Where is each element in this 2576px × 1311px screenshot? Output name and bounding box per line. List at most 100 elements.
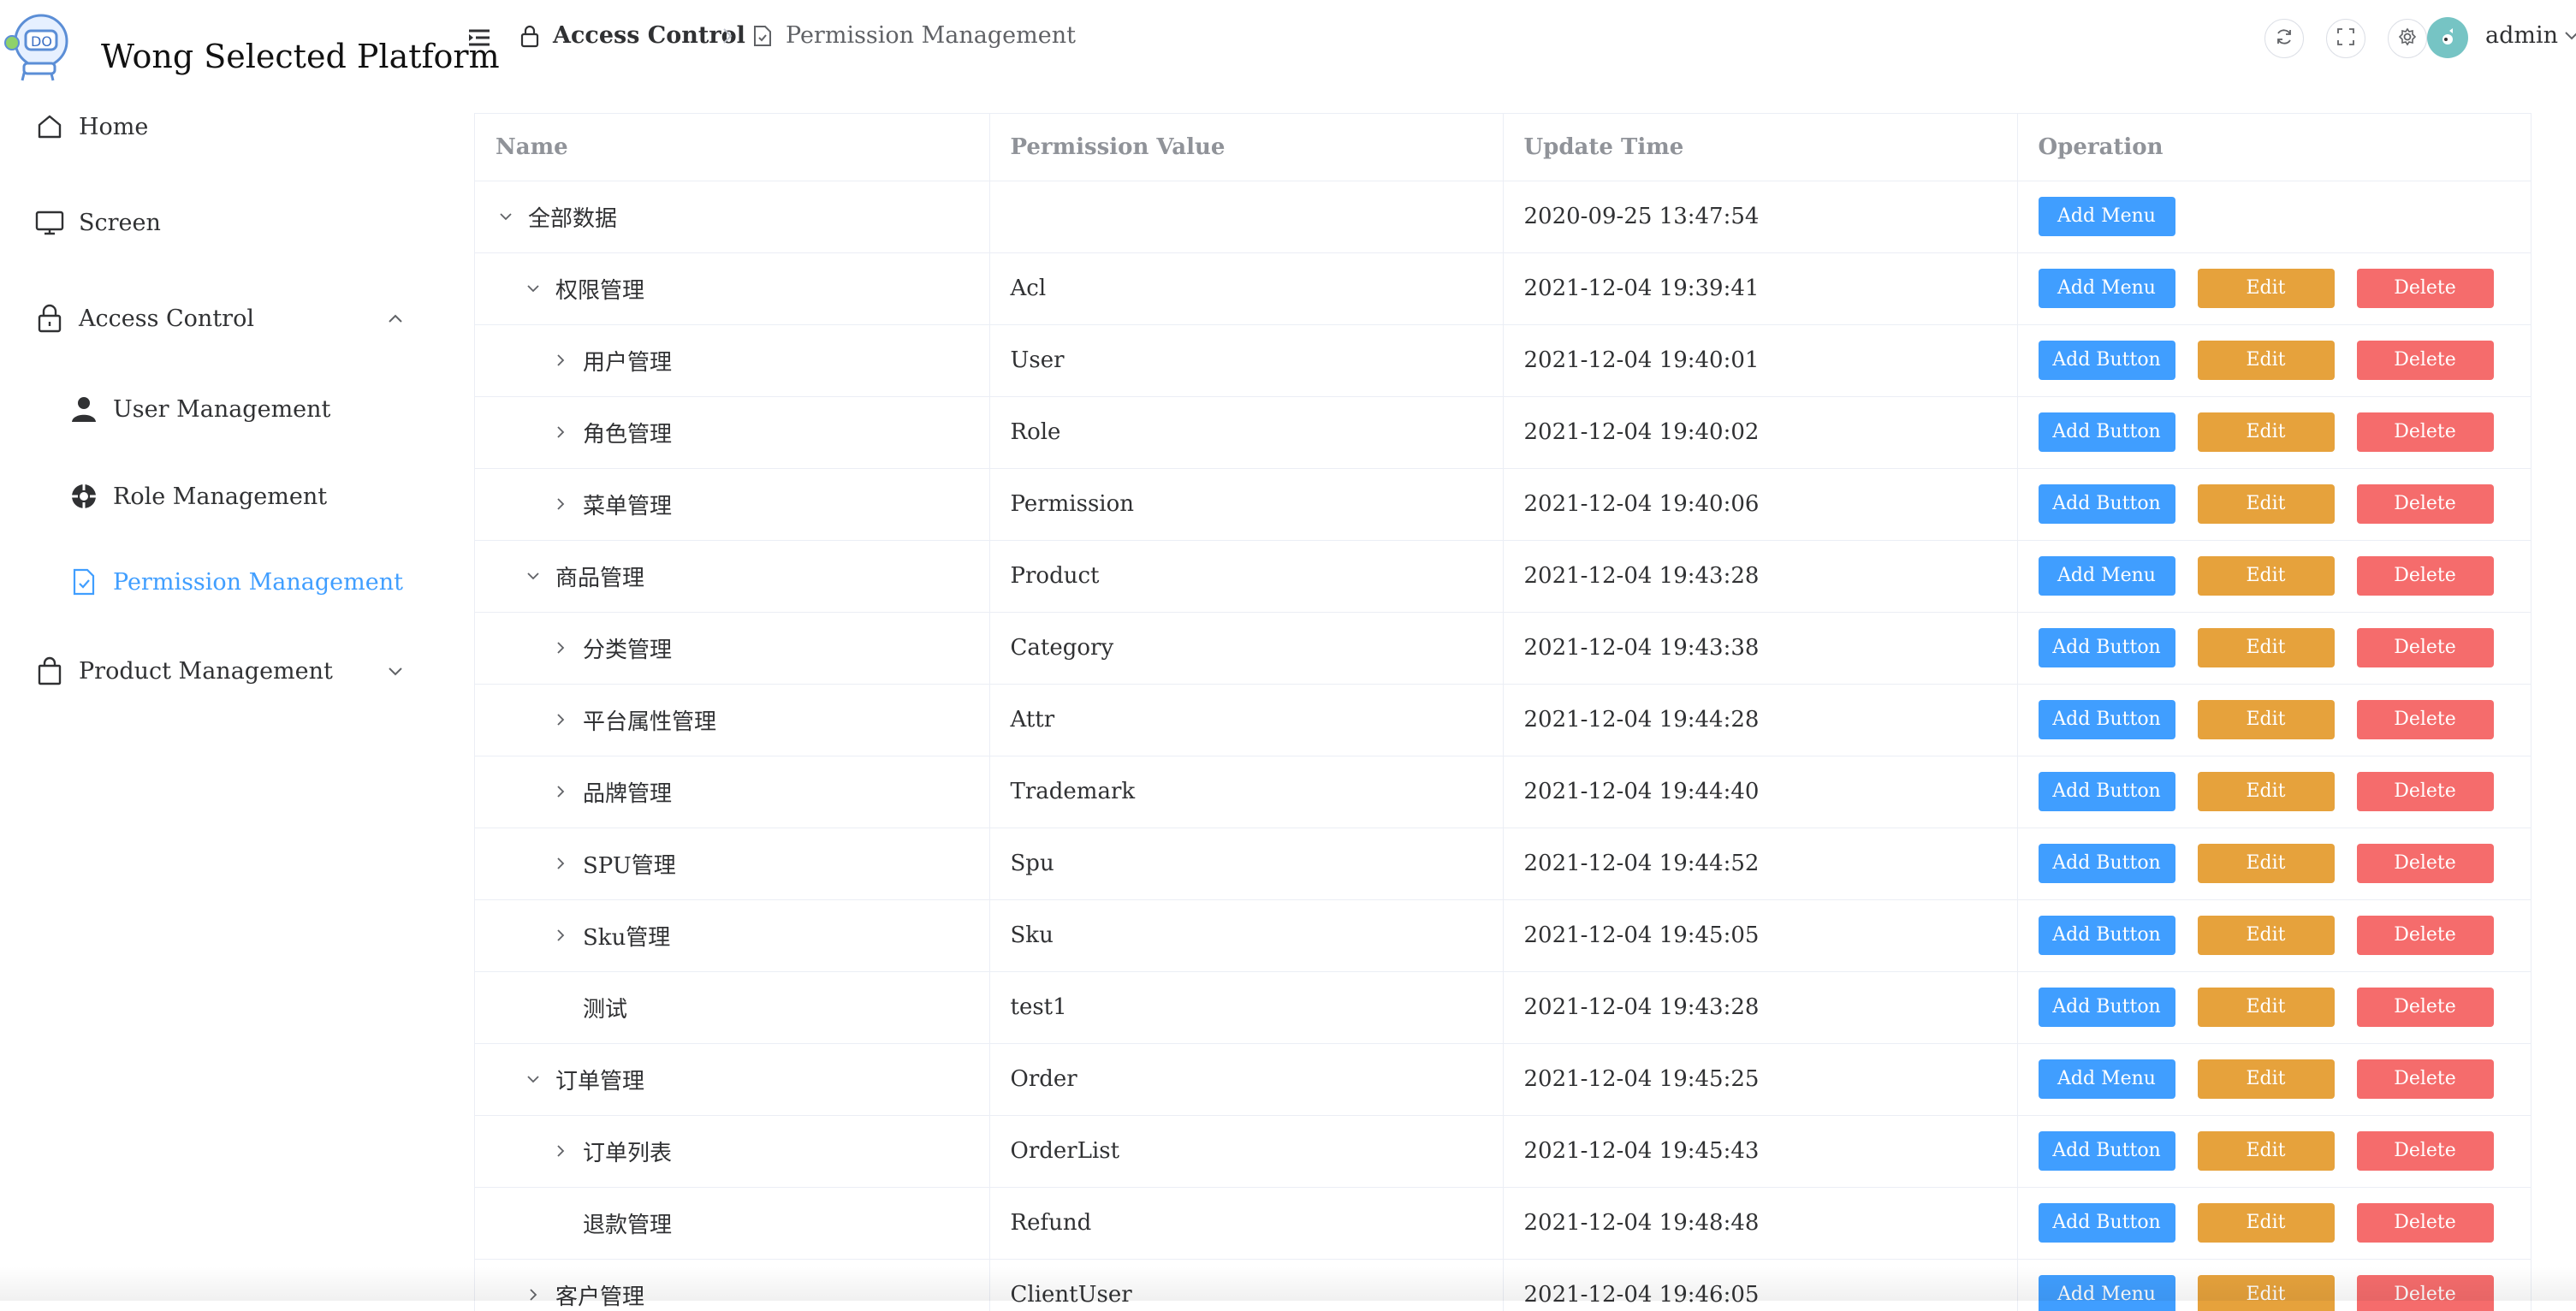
delete-button[interactable]: Delete (2356, 988, 2494, 1027)
add-menu-button[interactable]: Add Menu (2038, 1275, 2175, 1311)
chevron-down-icon[interactable] (523, 566, 543, 586)
sidebar-item-access-control[interactable]: Access Control (0, 284, 462, 353)
permission-value: Sku (989, 899, 1504, 972)
table-row: 分类管理 Category 2021-12-04 19:43:38 Add Butto… (475, 612, 2531, 685)
edit-button[interactable]: Edit (2197, 341, 2335, 380)
edit-button[interactable]: Edit (2197, 1203, 2335, 1243)
delete-button[interactable]: Delete (2356, 412, 2494, 452)
menu-fold-icon[interactable] (462, 21, 496, 55)
update-time: 2021-12-04 19:40:06 (1503, 468, 2018, 541)
chevron-right-icon[interactable] (550, 781, 571, 802)
edit-button[interactable]: Edit (2197, 844, 2335, 883)
name-cell: 退款管理 (475, 1187, 990, 1260)
delete-button[interactable]: Delete (2356, 1131, 2494, 1171)
edit-button[interactable]: Edit (2197, 772, 2335, 811)
delete-button[interactable]: Delete (2356, 1059, 2494, 1099)
sidebar-item-screen[interactable]: Screen (0, 188, 462, 257)
add-menu-button[interactable]: Add Menu (2038, 269, 2175, 308)
permission-value (989, 181, 1504, 253)
user-name[interactable]: admin (2485, 22, 2558, 49)
table-row: 客户管理 ClientUser 2021-12-04 19:46:05 Add Men… (475, 1259, 2531, 1311)
add-button-button[interactable]: Add Button (2038, 1203, 2175, 1243)
operation-cell: Add Menu Edit Delete (2017, 1043, 2531, 1116)
edit-button[interactable]: Edit (2197, 484, 2335, 524)
add-menu-button[interactable]: Add Menu (2038, 1059, 2175, 1099)
chevron-right-icon[interactable] (550, 925, 571, 946)
chevron-right-icon[interactable] (550, 422, 571, 442)
delete-button[interactable]: Delete (2356, 772, 2494, 811)
table-row: 角色管理 Role 2021-12-04 19:40:02 Add Button Edi… (475, 396, 2531, 469)
chevron-down-icon[interactable] (496, 206, 516, 227)
chevron-right-icon[interactable] (550, 853, 571, 874)
add-button-button[interactable]: Add Button (2038, 412, 2175, 452)
edit-button[interactable]: Edit (2197, 1131, 2335, 1171)
chevron-right-icon[interactable] (550, 494, 571, 514)
chevron-right-icon[interactable] (523, 1284, 543, 1305)
chevron-right-icon[interactable] (550, 709, 571, 730)
delete-button[interactable]: Delete (2356, 269, 2494, 308)
name-cell: Sku管理 (475, 899, 990, 972)
breadcrumb-item-access-control[interactable]: Access Control (517, 22, 745, 49)
sidebar-item-user-management[interactable]: User Management (0, 375, 462, 443)
operation-cell: Add Button Edit Delete (2017, 899, 2531, 972)
chevron-right-icon[interactable] (550, 350, 571, 371)
avatar[interactable] (2427, 17, 2468, 58)
add-button-button[interactable]: Add Button (2038, 772, 2175, 811)
edit-button[interactable]: Edit (2197, 1275, 2335, 1311)
delete-button[interactable]: Delete (2356, 1275, 2494, 1311)
chevron-down-icon[interactable] (2562, 26, 2576, 44)
edit-button[interactable]: Edit (2197, 556, 2335, 596)
delete-button[interactable]: Delete (2356, 1203, 2494, 1243)
sidebar-item-product-management[interactable]: Product Management (0, 637, 462, 705)
add-menu-button[interactable]: Add Menu (2038, 197, 2175, 236)
add-button-button[interactable]: Add Button (2038, 988, 2175, 1027)
shopping-bag-icon (33, 654, 67, 688)
delete-button[interactable]: Delete (2356, 916, 2494, 955)
table-row: 订单列表 OrderList 2021-12-04 19:45:43 Add Butt… (475, 1115, 2531, 1188)
add-button-button[interactable]: Add Button (2038, 628, 2175, 667)
delete-button[interactable]: Delete (2356, 556, 2494, 596)
delete-button[interactable]: Delete (2356, 341, 2494, 380)
edit-button[interactable]: Edit (2197, 700, 2335, 739)
name-cell: 角色管理 (475, 396, 990, 469)
sidebar-item-permission-management[interactable]: Permission Management (0, 548, 462, 616)
add-menu-button[interactable]: Add Menu (2038, 556, 2175, 596)
chevron-right-icon[interactable] (550, 1141, 571, 1161)
permission-value: Refund (989, 1187, 1504, 1260)
sidebar-item-role-management[interactable]: Role Management (0, 462, 462, 531)
add-button-button[interactable]: Add Button (2038, 844, 2175, 883)
edit-button[interactable]: Edit (2197, 916, 2335, 955)
chevron-right-icon[interactable] (550, 638, 571, 658)
edit-button[interactable]: Edit (2197, 988, 2335, 1027)
operation-cell: Add Button Edit Delete (2017, 396, 2531, 469)
settings-button[interactable] (2388, 19, 2427, 58)
edit-button[interactable]: Edit (2197, 412, 2335, 452)
name-cell: 平台属性管理 (475, 684, 990, 756)
edit-button[interactable]: Edit (2197, 269, 2335, 308)
update-time: 2021-12-04 19:45:05 (1503, 899, 2018, 972)
add-button-button[interactable]: Add Button (2038, 700, 2175, 739)
refresh-button[interactable] (2264, 19, 2304, 58)
sidebar-item-home[interactable]: Home (0, 92, 462, 161)
update-time: 2021-12-04 19:48:48 (1503, 1187, 2018, 1260)
delete-button[interactable]: Delete (2356, 700, 2494, 739)
permission-value: Permission (989, 468, 1504, 541)
add-button-button[interactable]: Add Button (2038, 916, 2175, 955)
delete-button[interactable]: Delete (2356, 844, 2494, 883)
edit-button[interactable]: Edit (2197, 1059, 2335, 1099)
add-button-button[interactable]: Add Button (2038, 484, 2175, 524)
sidebar-item-label: Screen (79, 209, 161, 236)
edit-button[interactable]: Edit (2197, 628, 2335, 667)
delete-button[interactable]: Delete (2356, 628, 2494, 667)
add-button-button[interactable]: Add Button (2038, 1131, 2175, 1171)
fullscreen-button[interactable] (2326, 19, 2365, 58)
update-time: 2021-12-04 19:46:05 (1503, 1259, 2018, 1311)
chevron-down-icon[interactable] (523, 1069, 543, 1089)
add-button-button[interactable]: Add Button (2038, 341, 2175, 380)
operation-cell: Add Button Edit Delete (2017, 756, 2531, 828)
chevron-up-icon (383, 306, 407, 330)
logo: DO (0, 9, 77, 86)
home-icon (33, 110, 67, 144)
chevron-down-icon[interactable] (523, 278, 543, 299)
delete-button[interactable]: Delete (2356, 484, 2494, 524)
